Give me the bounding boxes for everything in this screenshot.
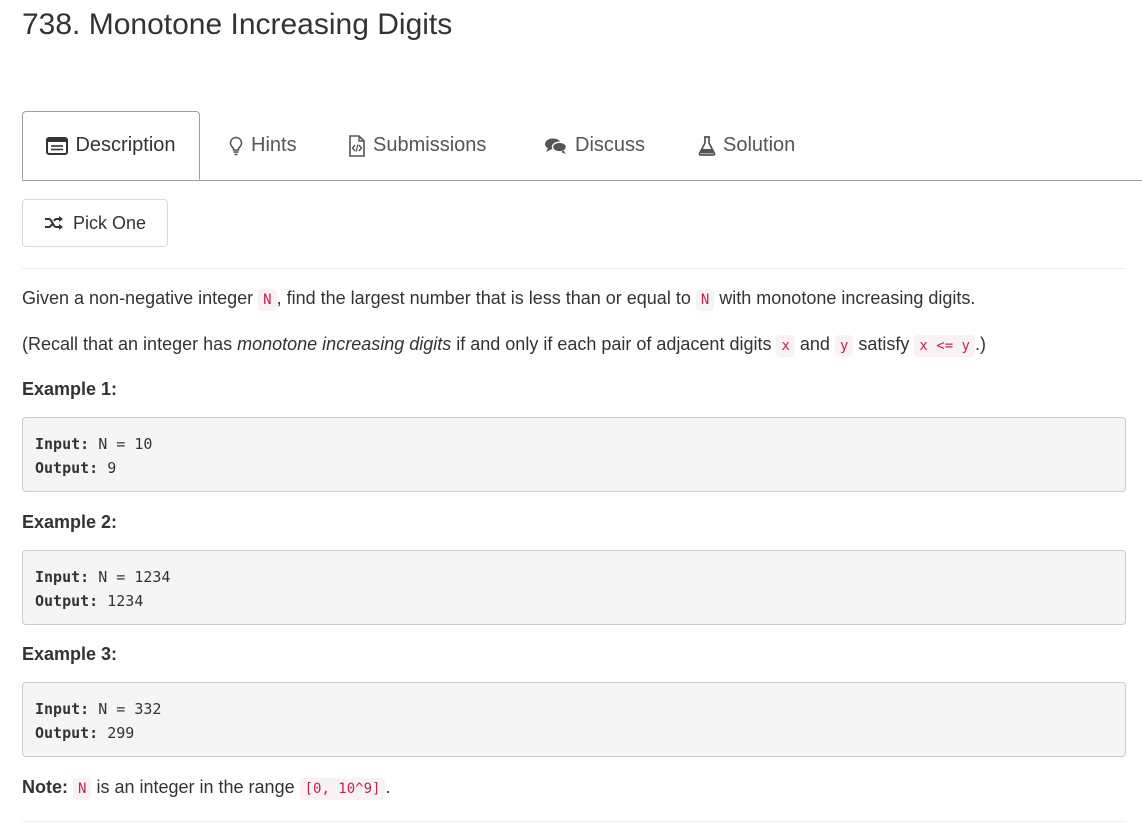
input-label: Input: [35,435,90,453]
example-heading: Example 3: [22,644,118,664]
text: is an integer in the range [91,777,300,797]
text: Given a non-negative integer [22,288,259,308]
example-code-block: Input: N = 1234 Output: 1234 [22,550,1126,625]
text: satisfy [853,334,915,354]
inline-code: N [258,289,277,311]
input-label: Input: [35,700,90,718]
input-value: N = 332 [89,700,162,718]
tab-hints[interactable]: Hints [228,111,297,180]
output-value: 9 [98,459,117,477]
output-value: 299 [98,724,135,742]
lightbulb-icon [229,136,243,155]
inline-code: N [73,778,92,800]
tab-submissions[interactable]: Submissions [348,111,486,180]
flask-icon [698,135,716,156]
note-paragraph: Note: N is an integer in the range [0, 1… [22,774,390,802]
text: (Recall that an integer has [22,334,238,354]
note-label: Note: [22,777,68,797]
example-heading: Example 2: [22,512,118,532]
shuffle-icon [44,216,63,230]
example-code-block: Input: N = 10 Output: 9 [22,417,1126,492]
example-heading: Example 1: [22,379,118,399]
inline-code: x [776,335,795,357]
divider [22,268,1126,269]
tab-solution[interactable]: Solution [698,111,795,180]
text: .) [974,334,986,354]
text: with monotone increasing digits. [714,288,976,308]
text: if and only if each pair of adjacent dig… [451,334,777,354]
output-label: Output: [35,459,99,477]
output-value: 1234 [98,592,144,610]
inline-code: x <= y [914,335,975,357]
tab-label: Description [75,134,176,156]
tab-discuss[interactable]: Discuss [544,111,645,180]
tab-description[interactable]: Description [22,111,200,180]
recall-paragraph: (Recall that an integer has monotone inc… [22,331,986,359]
inline-code: y [834,335,854,357]
example-code-block: Input: N = 332 Output: 299 [22,682,1126,757]
pick-one-label: Pick One [72,212,147,233]
text: . [385,777,391,797]
input-value: N = 1234 [89,568,171,586]
description-icon [46,136,69,155]
output-label: Output: [35,724,99,742]
emphasis: monotone increasing digits [237,334,452,354]
tab-label: Hints [251,134,297,156]
inline-code: [0, 10^9] [299,778,386,800]
description-paragraph: Given a non-negative integer N, find the… [22,285,975,313]
divider [22,821,1126,822]
tab-label: Solution [723,134,796,156]
output-label: Output: [35,592,99,610]
input-value: N = 10 [89,435,153,453]
tab-bar: Description Hints Submissions Discuss So… [22,111,1142,181]
tab-label: Discuss [575,134,646,156]
pick-one-button[interactable]: Pick One [22,199,168,247]
code-file-icon [349,134,365,157]
input-label: Input: [35,568,90,586]
text: , find the largest number that is less t… [276,288,696,308]
inline-code: N [695,289,715,311]
comments-icon [545,138,568,154]
text: and [794,334,835,354]
tab-label: Submissions [373,134,487,156]
page-title: 738. Monotone Increasing Digits [22,8,453,41]
